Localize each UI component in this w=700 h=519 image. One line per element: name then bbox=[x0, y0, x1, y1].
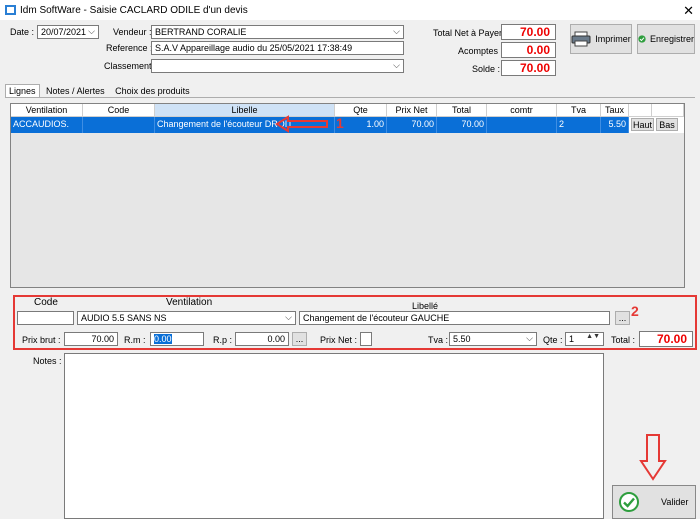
prix-brut-field[interactable]: 70.00 bbox=[64, 332, 118, 346]
qte-stepper[interactable]: 1 ▲▼ bbox=[565, 332, 604, 346]
col-total[interactable]: Total bbox=[437, 104, 487, 117]
reference-label: Reference : bbox=[106, 43, 153, 53]
check-circle-icon bbox=[619, 492, 639, 512]
annotation-1: 1 bbox=[336, 115, 344, 131]
code-field[interactable] bbox=[17, 311, 74, 325]
printer-icon bbox=[571, 31, 591, 47]
cell-tva[interactable]: 2 bbox=[557, 117, 601, 133]
grid-header: Ventilation Code Libelle Qte Prix Net To… bbox=[11, 104, 684, 117]
tab-divider bbox=[5, 97, 695, 98]
cell-comtr[interactable] bbox=[487, 117, 557, 133]
tab-notes-alertes[interactable]: Notes / Alertes bbox=[42, 84, 109, 98]
total-net-value: 70.00 bbox=[501, 24, 556, 40]
tva-select[interactable]: 5.50 ⌵ bbox=[449, 332, 537, 346]
app-icon bbox=[5, 5, 16, 15]
cell-taux[interactable]: 5.50 bbox=[601, 117, 629, 133]
col-tva[interactable]: Tva bbox=[557, 104, 601, 117]
prix-net-label: Prix Net : bbox=[320, 335, 358, 345]
classement-label: Classement : bbox=[104, 61, 157, 71]
acomptes-value[interactable]: 0.00 bbox=[501, 42, 556, 58]
rp-field[interactable]: 0.00 bbox=[235, 332, 289, 346]
table-row[interactable]: ACCAUDIOS. Changement de l'écouteur DROI… bbox=[11, 117, 684, 133]
chevron-down-icon[interactable]: ⌵ bbox=[88, 26, 95, 37]
vendeur-select[interactable]: BERTRAND CORALIE ⌵ bbox=[151, 25, 404, 39]
tab-lignes[interactable]: Lignes bbox=[5, 84, 40, 98]
col-taux[interactable]: Taux bbox=[601, 104, 629, 117]
col-prix-net[interactable]: Prix Net bbox=[387, 104, 437, 117]
window-title: Idm SoftWare - Saisie CACLARD ODILE d'un… bbox=[20, 5, 248, 16]
cell-total[interactable]: 70.00 bbox=[437, 117, 487, 133]
libelle-label: Libellé bbox=[412, 301, 439, 311]
chevron-down-icon[interactable]: ⌵ bbox=[393, 60, 400, 71]
up-button[interactable]: Haut bbox=[631, 118, 654, 131]
libelle-field[interactable]: Changement de l'écouteur GAUCHE bbox=[299, 311, 610, 325]
validate-button[interactable]: Valider bbox=[612, 485, 696, 519]
col-bas bbox=[652, 104, 684, 117]
notes-label: Notes : bbox=[33, 356, 62, 366]
cell-ventilation[interactable]: ACCAUDIOS. bbox=[11, 117, 83, 133]
notes-field[interactable] bbox=[64, 353, 604, 519]
tab-choix-produits[interactable]: Choix des produits bbox=[111, 84, 194, 98]
lines-grid[interactable]: Ventilation Code Libelle Qte Prix Net To… bbox=[10, 103, 685, 288]
chevron-down-icon[interactable]: ⌵ bbox=[285, 312, 292, 323]
col-comtr[interactable]: comtr bbox=[487, 104, 557, 117]
classement-select[interactable]: ⌵ bbox=[151, 59, 404, 73]
left-arrow-icon bbox=[275, 115, 328, 133]
check-circle-icon bbox=[638, 35, 646, 43]
ventilation-label: Ventilation bbox=[166, 297, 213, 308]
rm-field[interactable]: 0.00 bbox=[150, 332, 204, 346]
solde-label: Solde : bbox=[472, 64, 501, 74]
rm-label: R.m : bbox=[124, 335, 146, 345]
chevron-down-icon[interactable]: ⌵ bbox=[526, 333, 533, 344]
acomptes-label: Acomptes : bbox=[458, 46, 504, 56]
solde-value: 70.00 bbox=[501, 60, 556, 76]
close-icon[interactable]: ✕ bbox=[683, 3, 694, 19]
annotation-2: 2 bbox=[631, 303, 639, 319]
title-bar: Idm SoftWare - Saisie CACLARD ODILE d'un… bbox=[0, 0, 700, 20]
total-net-label: Total Net à Payer : bbox=[433, 28, 508, 38]
print-button[interactable]: Imprimer bbox=[570, 24, 632, 54]
print-label: Imprimer bbox=[595, 34, 631, 44]
cell-code[interactable] bbox=[83, 117, 155, 133]
down-arrow-icon bbox=[639, 434, 667, 481]
code-label: Code bbox=[34, 297, 58, 308]
libelle-browse-button[interactable]: ... bbox=[615, 311, 630, 325]
down-button[interactable]: Bas bbox=[656, 118, 678, 131]
prix-net-checkbox[interactable] bbox=[360, 332, 372, 346]
vendeur-label: Vendeur : bbox=[113, 27, 152, 37]
qte-label: Qte : bbox=[543, 335, 563, 345]
save-button[interactable]: Enregistrer bbox=[637, 24, 695, 54]
total-value: 70.00 bbox=[639, 331, 693, 347]
row-buttons: Haut Bas bbox=[629, 117, 684, 133]
rp-label: R.p : bbox=[213, 335, 233, 345]
grid-empty-area bbox=[11, 133, 684, 287]
rp-browse-button[interactable]: ... bbox=[292, 332, 307, 346]
date-label: Date : bbox=[10, 27, 35, 37]
col-haut bbox=[629, 104, 652, 117]
col-code[interactable]: Code bbox=[83, 104, 155, 117]
validate-label: Valider bbox=[661, 497, 689, 507]
save-label: Enregistrer bbox=[649, 34, 694, 44]
col-ventilation[interactable]: Ventilation bbox=[11, 104, 83, 117]
reference-field[interactable]: S.A.V Appareillage audio du 25/05/2021 1… bbox=[151, 41, 404, 55]
date-field[interactable]: 20/07/2021 ⌵ bbox=[37, 25, 99, 39]
tab-strip: Lignes Notes / Alertes Choix des produit… bbox=[5, 84, 194, 98]
ventilation-select[interactable]: AUDIO 5.5 SANS NS ⌵ bbox=[77, 311, 296, 325]
cell-prix-net[interactable]: 70.00 bbox=[387, 117, 437, 133]
tva-label: Tva : bbox=[428, 335, 449, 345]
total-label: Total : bbox=[611, 335, 636, 345]
stepper-arrows-icon[interactable]: ▲▼ bbox=[586, 333, 600, 340]
prix-brut-label: Prix brut : bbox=[22, 335, 61, 345]
chevron-down-icon[interactable]: ⌵ bbox=[393, 26, 400, 37]
